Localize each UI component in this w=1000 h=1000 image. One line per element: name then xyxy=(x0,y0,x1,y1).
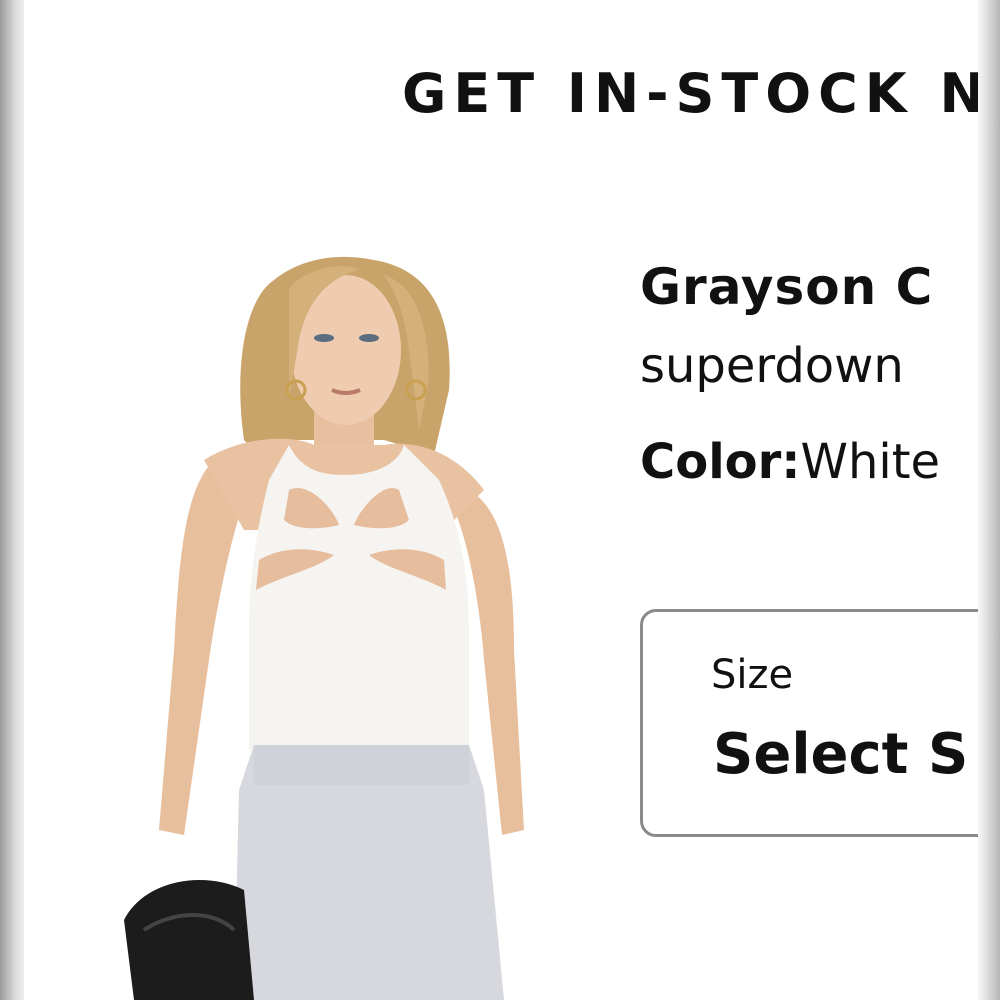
color-label: Color: xyxy=(640,434,801,490)
product-image xyxy=(124,256,524,1000)
in-stock-notify-heading[interactable]: GET IN-STOCK N xyxy=(402,62,978,125)
color-info: Color:White xyxy=(640,434,940,490)
color-value: White xyxy=(800,434,941,490)
left-edge-shadow xyxy=(0,0,24,1000)
product-page: GET IN-STOCK N Grayson C superdown Color… xyxy=(24,0,978,1000)
product-name: Grayson C xyxy=(640,258,934,316)
brand-link[interactable]: superdown xyxy=(640,338,904,394)
size-select-value: Select S xyxy=(713,722,969,787)
right-edge-shadow xyxy=(978,0,1000,1000)
size-select[interactable]: Size Select S xyxy=(640,609,978,837)
size-select-label: Size xyxy=(711,652,794,698)
